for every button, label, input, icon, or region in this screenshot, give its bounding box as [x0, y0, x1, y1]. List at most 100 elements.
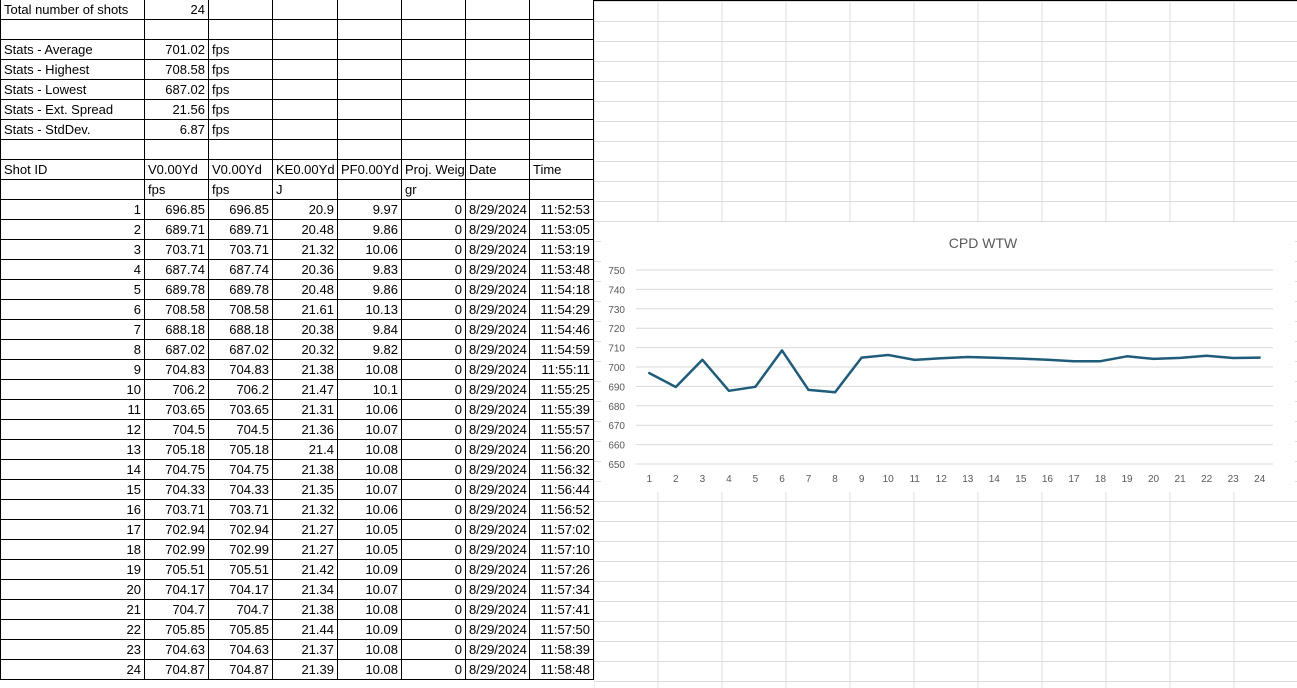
- cell[interactable]: fps: [209, 120, 273, 140]
- cell[interactable]: 5: [0, 280, 145, 300]
- cell[interactable]: 702.99: [145, 540, 209, 560]
- cell[interactable]: 0: [402, 640, 466, 660]
- cell[interactable]: 8/29/2024: [466, 360, 530, 380]
- cell[interactable]: 21.42: [273, 560, 338, 580]
- cell[interactable]: Total number of shots: [0, 0, 145, 20]
- cell[interactable]: [402, 100, 466, 120]
- cell[interactable]: 706.2: [145, 380, 209, 400]
- cell[interactable]: [273, 40, 338, 60]
- cell[interactable]: Stats - StdDev.: [0, 120, 145, 140]
- cell[interactable]: 8/29/2024: [466, 620, 530, 640]
- cell[interactable]: 10.08: [338, 360, 402, 380]
- cell[interactable]: 0: [402, 620, 466, 640]
- cell[interactable]: 703.71: [145, 500, 209, 520]
- cell[interactable]: 19: [0, 560, 145, 580]
- cell[interactable]: 8/29/2024: [466, 600, 530, 620]
- cell[interactable]: 0: [402, 600, 466, 620]
- cell[interactable]: 21.61: [273, 300, 338, 320]
- cell[interactable]: 10.06: [338, 400, 402, 420]
- chart-cpd-wtw[interactable]: CPD WTW 650 660 670 680 690 700 710 720 730 740 750…: [601, 222, 1295, 492]
- cell[interactable]: 0: [402, 480, 466, 500]
- cell[interactable]: 8/29/2024: [466, 280, 530, 300]
- cell[interactable]: 0: [402, 200, 466, 220]
- cell[interactable]: 0: [402, 420, 466, 440]
- cell[interactable]: V0.00Yd: [209, 160, 273, 180]
- cell[interactable]: 704.5: [209, 420, 273, 440]
- cell[interactable]: gr: [402, 180, 466, 200]
- cell[interactable]: 10.1: [338, 380, 402, 400]
- cell[interactable]: [338, 180, 402, 200]
- cell[interactable]: [402, 80, 466, 100]
- cell[interactable]: 15: [0, 480, 145, 500]
- cell[interactable]: 8/29/2024: [466, 480, 530, 500]
- cell[interactable]: 708.58: [209, 300, 273, 320]
- cell[interactable]: [145, 20, 209, 40]
- cell[interactable]: fps: [145, 180, 209, 200]
- cell[interactable]: [530, 60, 594, 80]
- cell[interactable]: 21.44: [273, 620, 338, 640]
- cell[interactable]: 24: [0, 660, 145, 680]
- cell[interactable]: 0: [402, 380, 466, 400]
- cell[interactable]: 8/29/2024: [466, 500, 530, 520]
- cell[interactable]: 696.85: [209, 200, 273, 220]
- cell[interactable]: 0: [402, 440, 466, 460]
- cell[interactable]: 0: [402, 340, 466, 360]
- cell[interactable]: 8/29/2024: [466, 400, 530, 420]
- cell[interactable]: 21.47: [273, 380, 338, 400]
- cell[interactable]: [338, 0, 402, 20]
- cell[interactable]: 687.74: [145, 260, 209, 280]
- cell[interactable]: 704.63: [209, 640, 273, 660]
- cell[interactable]: 3: [0, 240, 145, 260]
- cell[interactable]: 21.27: [273, 520, 338, 540]
- cell[interactable]: Shot ID: [0, 160, 145, 180]
- cell[interactable]: [466, 0, 530, 20]
- cell[interactable]: 11:54:46: [530, 320, 594, 340]
- cell[interactable]: 10.09: [338, 620, 402, 640]
- cell[interactable]: 704.17: [145, 580, 209, 600]
- cell[interactable]: 20: [0, 580, 145, 600]
- cell[interactable]: 16: [0, 500, 145, 520]
- cell[interactable]: 21.38: [273, 460, 338, 480]
- cell[interactable]: [273, 60, 338, 80]
- cell[interactable]: 705.18: [145, 440, 209, 460]
- cell[interactable]: 687.02: [145, 340, 209, 360]
- cell[interactable]: 10.08: [338, 460, 402, 480]
- cell[interactable]: [402, 20, 466, 40]
- cell[interactable]: 8/29/2024: [466, 640, 530, 660]
- cell[interactable]: [273, 20, 338, 40]
- cell[interactable]: [466, 120, 530, 140]
- cell[interactable]: 21.34: [273, 580, 338, 600]
- cell[interactable]: [530, 140, 594, 160]
- cell[interactable]: [466, 40, 530, 60]
- cell[interactable]: 8/29/2024: [466, 240, 530, 260]
- cell[interactable]: 696.85: [145, 200, 209, 220]
- cell[interactable]: 4: [0, 260, 145, 280]
- cell[interactable]: 0: [402, 280, 466, 300]
- cell[interactable]: [530, 100, 594, 120]
- cell[interactable]: 0: [402, 660, 466, 680]
- cell[interactable]: [273, 80, 338, 100]
- cell[interactable]: 6.87: [145, 120, 209, 140]
- cell[interactable]: 704.83: [209, 360, 273, 380]
- cell[interactable]: [466, 60, 530, 80]
- cell[interactable]: 0: [402, 460, 466, 480]
- cell[interactable]: [466, 20, 530, 40]
- cell[interactable]: 687.02: [209, 340, 273, 360]
- cell[interactable]: 688.18: [209, 320, 273, 340]
- cell[interactable]: 21.37: [273, 640, 338, 660]
- cell[interactable]: 0: [402, 300, 466, 320]
- cell[interactable]: 701.02: [145, 40, 209, 60]
- cell[interactable]: 21.38: [273, 360, 338, 380]
- cell[interactable]: 8: [0, 340, 145, 360]
- cell[interactable]: 17: [0, 520, 145, 540]
- cell[interactable]: [273, 120, 338, 140]
- cell[interactable]: 11:57:26: [530, 560, 594, 580]
- cell[interactable]: 11:57:10: [530, 540, 594, 560]
- cell[interactable]: 0: [402, 520, 466, 540]
- cell[interactable]: 8/29/2024: [466, 420, 530, 440]
- cell[interactable]: 702.94: [209, 520, 273, 540]
- cell[interactable]: 689.71: [145, 220, 209, 240]
- cell[interactable]: 21.32: [273, 240, 338, 260]
- cell[interactable]: 22: [0, 620, 145, 640]
- cell[interactable]: 11:55:25: [530, 380, 594, 400]
